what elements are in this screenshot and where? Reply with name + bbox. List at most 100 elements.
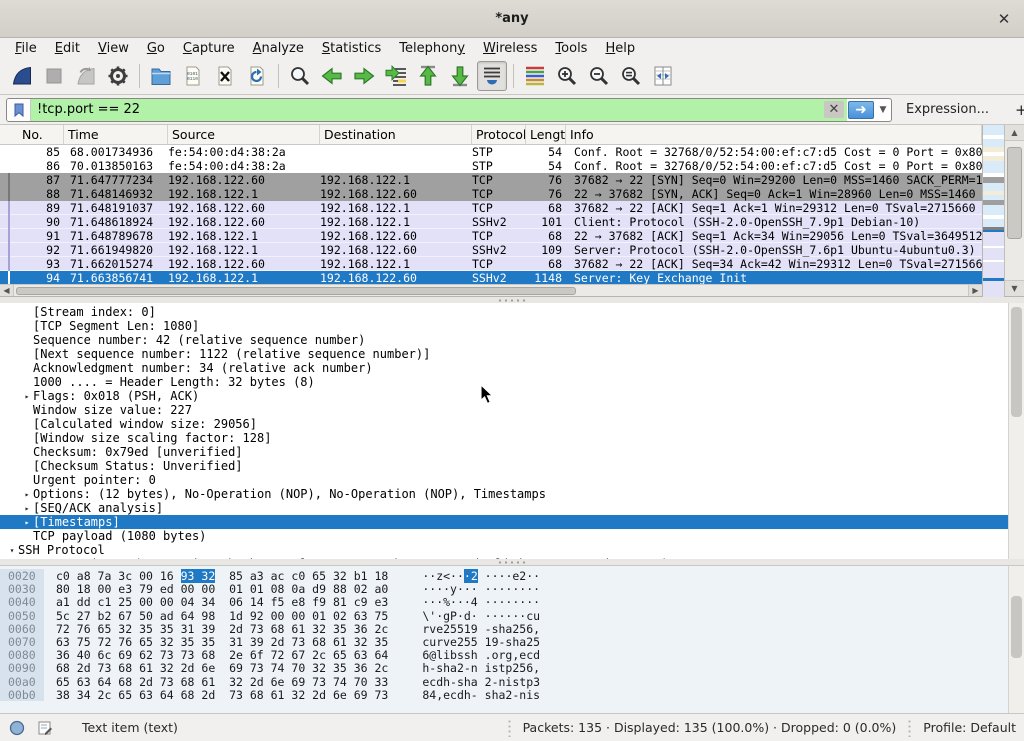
hex-row-0050[interactable]: 00505c 27 b2 67 50 ad 64 98 1d 92 00 00 … bbox=[0, 609, 1008, 622]
column-header-protocol[interactable]: Protocol bbox=[472, 125, 526, 144]
hex-bytes[interactable]: 68 2d 73 68 61 32 2d 6e 69 73 74 70 32 3… bbox=[44, 661, 388, 674]
packet-row-91[interactable]: 9171.648789678192.168.122.1192.168.122.6… bbox=[0, 229, 982, 243]
detail-line[interactable]: Sequence number: 42 (relative sequence n… bbox=[0, 333, 1008, 347]
hex-vscrollbar[interactable] bbox=[1008, 566, 1024, 713]
hex-row-00a0[interactable]: 00a065 63 64 68 2d 73 68 61 32 2d 6e 69 … bbox=[0, 675, 1008, 688]
detail-line[interactable]: 1000 .... = Header Length: 32 bytes (8) bbox=[0, 375, 1008, 389]
hex-row-0070[interactable]: 007063 75 72 76 65 32 35 35 31 39 2d 73 … bbox=[0, 635, 1008, 648]
reload-file-icon[interactable] bbox=[242, 61, 272, 91]
expanded-arrow-icon[interactable]: ▾ bbox=[6, 546, 18, 555]
hex-row-0020[interactable]: 0020c0 a8 7a 3c 00 16 93 32 85 a3 ac c0 … bbox=[0, 569, 1008, 582]
hex-bytes[interactable]: 65 63 64 68 2d 73 68 61 32 2d 6e 69 73 7… bbox=[44, 675, 388, 688]
hex-ascii[interactable]: ···%···4 ········ bbox=[388, 595, 540, 608]
hex-bytes[interactable]: 63 75 72 76 65 32 35 35 31 39 2d 73 68 6… bbox=[44, 635, 388, 648]
column-header-time[interactable]: Time bbox=[64, 125, 168, 144]
go-back-icon[interactable] bbox=[317, 61, 347, 91]
collapsed-arrow-icon[interactable]: ▸ bbox=[21, 490, 33, 499]
detail-line[interactable]: ▸Flags: 0x018 (PSH, ACK) bbox=[0, 389, 1008, 403]
hex-bytes[interactable]: 5c 27 b2 67 50 ad 64 98 1d 92 00 00 01 0… bbox=[44, 609, 388, 622]
hex-bytes[interactable]: a1 dd c1 25 00 00 04 34 06 14 f5 e8 f9 8… bbox=[44, 595, 388, 608]
capture-comment-icon[interactable] bbox=[36, 719, 54, 737]
menu-help[interactable]: Help bbox=[596, 40, 644, 57]
find-packet-icon[interactable] bbox=[285, 61, 315, 91]
profile-text[interactable]: Profile: Default bbox=[923, 720, 1016, 735]
hex-ascii[interactable]: h-sha2-n istp256, bbox=[388, 661, 540, 674]
scroll-left-icon[interactable]: ◀ bbox=[0, 285, 14, 296]
filter-apply-button[interactable]: ➜ bbox=[848, 101, 874, 119]
colorize-packets-icon[interactable] bbox=[520, 61, 550, 91]
hex-row-0090[interactable]: 009068 2d 73 68 61 32 2d 6e 69 73 74 70 … bbox=[0, 661, 1008, 674]
menu-tools[interactable]: Tools bbox=[546, 40, 596, 57]
column-header-source[interactable]: Source bbox=[168, 125, 320, 144]
menu-go[interactable]: Go bbox=[138, 40, 174, 57]
hex-ascii[interactable]: 84,ecdh- sha2-nis bbox=[388, 688, 540, 701]
hex-row-00b0[interactable]: 00b038 34 2c 65 63 64 68 2d 73 68 61 32 … bbox=[0, 688, 1008, 701]
packet-row-89[interactable]: 8971.648191037192.168.122.60192.168.122.… bbox=[0, 201, 982, 215]
menu-edit[interactable]: Edit bbox=[46, 40, 89, 57]
hex-row-0040[interactable]: 0040a1 dd c1 25 00 00 04 34 06 14 f5 e8 … bbox=[0, 595, 1008, 608]
scroll-right-icon[interactable]: ▶ bbox=[968, 285, 982, 296]
collapsed-arrow-icon[interactable]: ▸ bbox=[21, 392, 33, 401]
menu-view[interactable]: View bbox=[89, 40, 138, 57]
column-header-length[interactable]: Length bbox=[526, 125, 566, 144]
detail-line[interactable]: ▸[SEQ/ACK analysis] bbox=[0, 501, 1008, 515]
detail-line[interactable]: [Next sequence number: 1122 (relative se… bbox=[0, 347, 1008, 361]
hscroll-thumb[interactable] bbox=[16, 287, 576, 295]
hex-ascii[interactable]: curve255 19-sha25 bbox=[388, 635, 540, 648]
go-first-icon[interactable] bbox=[413, 61, 443, 91]
save-file-icon[interactable]: 01010110 bbox=[178, 61, 208, 91]
detail-line[interactable]: Window size value: 227 bbox=[0, 403, 1008, 417]
detail-line[interactable]: ▾SSH Protocol bbox=[0, 543, 1008, 557]
filter-bookmark-icon[interactable] bbox=[7, 99, 31, 121]
zoom-out-icon[interactable] bbox=[584, 61, 614, 91]
auto-scroll-icon[interactable] bbox=[477, 61, 507, 91]
capture-options-icon[interactable] bbox=[103, 61, 133, 91]
column-header-info[interactable]: Info bbox=[566, 125, 982, 144]
collapsed-arrow-icon[interactable]: ▸ bbox=[21, 504, 33, 513]
column-header-no[interactable]: No. bbox=[18, 125, 64, 144]
hex-ascii[interactable]: rve25519 -sha256, bbox=[388, 622, 540, 635]
detail-line[interactable]: [Checksum Status: Unverified] bbox=[0, 459, 1008, 473]
detail-line[interactable]: [TCP Segment Len: 1080] bbox=[0, 319, 1008, 333]
packet-row-86[interactable]: 8670.013850163fe:54:00:d4:38:2aSTP54Conf… bbox=[0, 159, 982, 173]
display-filter-field[interactable]: ✕ ➜ ▼ bbox=[6, 98, 892, 122]
menu-wireless[interactable]: Wireless bbox=[474, 40, 546, 57]
restart-capture-icon[interactable] bbox=[71, 61, 101, 91]
expression-button[interactable]: Expression... bbox=[906, 102, 989, 117]
menu-statistics[interactable]: Statistics bbox=[313, 40, 390, 57]
packet-list-vscrollbar[interactable]: ▲ ▼ bbox=[1004, 125, 1024, 296]
details-vscrollbar[interactable] bbox=[1008, 303, 1024, 559]
detail-line[interactable]: ▸Options: (12 bytes), No-Operation (NOP)… bbox=[0, 487, 1008, 501]
details-vscroll-thumb[interactable] bbox=[1011, 307, 1022, 417]
filter-dropdown-button[interactable]: ▼ bbox=[875, 99, 891, 121]
hex-row-0030[interactable]: 003080 18 00 e3 79 ed 00 00 01 01 08 0a … bbox=[0, 582, 1008, 595]
resize-columns-icon[interactable] bbox=[648, 61, 678, 91]
title-bar[interactable]: *any ✕ bbox=[0, 0, 1024, 38]
hex-bytes[interactable]: 36 40 6c 69 62 73 73 68 2e 6f 72 67 2c 6… bbox=[44, 648, 388, 661]
add-filter-button[interactable]: + bbox=[1009, 101, 1024, 119]
go-forward-icon[interactable] bbox=[349, 61, 379, 91]
go-to-packet-icon[interactable] bbox=[381, 61, 411, 91]
intelligent-scrollbar-minimap[interactable] bbox=[982, 125, 1004, 296]
vscroll-thumb[interactable] bbox=[1007, 147, 1022, 239]
hex-ascii[interactable]: \'·gP·d· ······cu bbox=[388, 609, 540, 622]
packet-row-87[interactable]: 8771.647777234192.168.122.60192.168.122.… bbox=[0, 173, 982, 187]
go-last-icon[interactable] bbox=[445, 61, 475, 91]
hex-ascii[interactable]: 6@libssh .org,ecd bbox=[388, 648, 540, 661]
hex-bytes[interactable]: 80 18 00 e3 79 ed 00 00 01 01 08 0a d9 8… bbox=[44, 582, 388, 595]
hex-bytes[interactable]: 72 76 65 32 35 35 31 39 2d 73 68 61 32 3… bbox=[44, 622, 388, 635]
packet-row-92[interactable]: 9271.661949820192.168.122.1192.168.122.6… bbox=[0, 243, 982, 257]
zoom-reset-icon[interactable] bbox=[616, 61, 646, 91]
expert-info-icon[interactable] bbox=[8, 719, 26, 737]
detail-line[interactable]: Checksum: 0x79ed [unverified] bbox=[0, 445, 1008, 459]
packet-row-94[interactable]: 9471.663856741192.168.122.1192.168.122.6… bbox=[0, 271, 982, 284]
detail-line[interactable]: ▸[Timestamps] bbox=[0, 515, 1008, 529]
detail-line[interactable]: Acknowledgment number: 34 (relative ack … bbox=[0, 361, 1008, 375]
packet-row-90[interactable]: 9071.648618924192.168.122.60192.168.122.… bbox=[0, 215, 982, 229]
detail-line[interactable]: [Window size scaling factor: 128] bbox=[0, 431, 1008, 445]
hex-vscroll-thumb[interactable] bbox=[1011, 596, 1022, 658]
menu-analyze[interactable]: Analyze bbox=[244, 40, 313, 57]
detail-line[interactable]: Urgent pointer: 0 bbox=[0, 473, 1008, 487]
column-header-destination[interactable]: Destination bbox=[320, 125, 472, 144]
hex-ascii[interactable]: ····y··· ········ bbox=[388, 582, 540, 595]
